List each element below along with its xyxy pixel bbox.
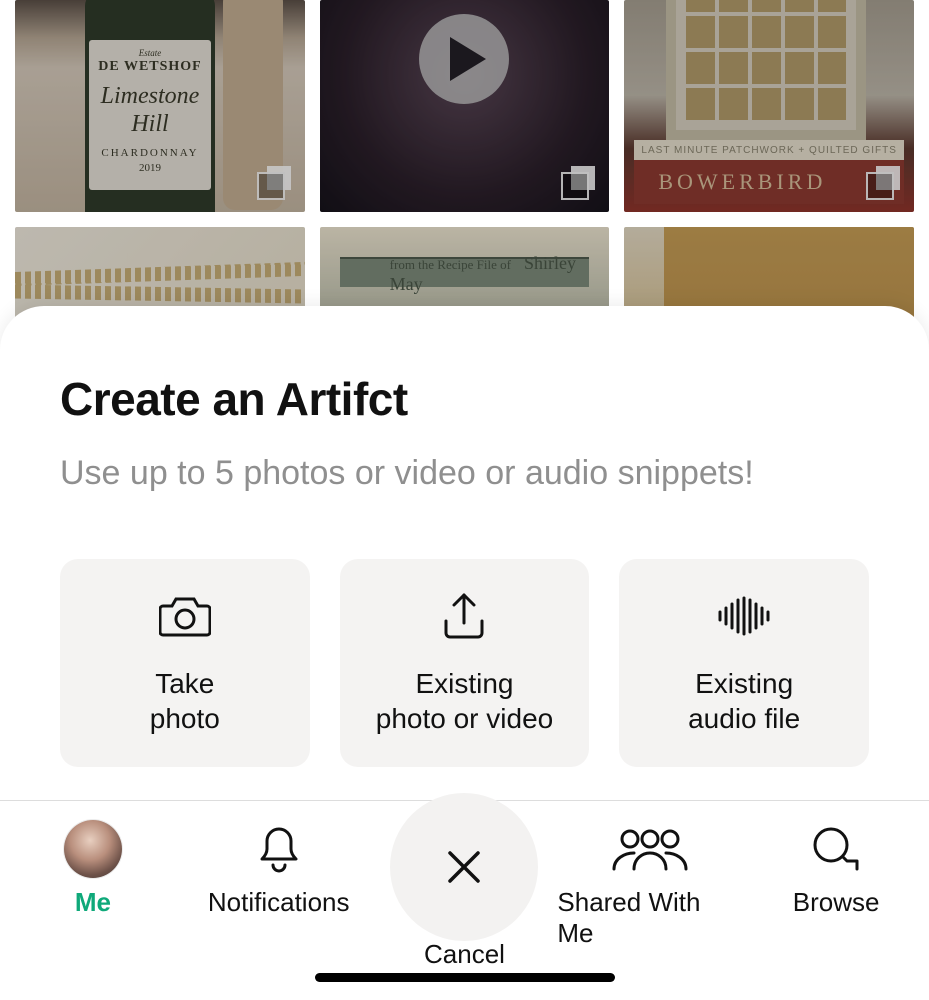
audio-wave-icon	[716, 590, 772, 642]
tab-label: Cancel	[424, 939, 505, 970]
cancel-circle	[390, 793, 538, 941]
stack-icon	[563, 166, 595, 198]
tile-text: LAST MINUTE PATCHWORK + QUILTED GIFTS	[634, 140, 904, 160]
existing-photo-video-button[interactable]: Existing photo or video	[340, 559, 590, 767]
tile-text: BOWERBIRD	[634, 160, 904, 204]
tile-text: DE WETSHOF	[95, 59, 205, 76]
home-indicator	[315, 973, 615, 982]
bottom-tab-bar: Me Notifications Cancel	[0, 800, 929, 1000]
tab-label: Me	[75, 887, 111, 918]
upload-icon	[440, 590, 488, 642]
tab-notifications[interactable]: Notifications	[186, 825, 372, 918]
take-photo-button[interactable]: Take photo	[60, 559, 310, 767]
tab-label: Browse	[793, 887, 880, 918]
media-tile[interactable]: Estate DE WETSHOF Limestone Hill CHARDON…	[15, 0, 305, 212]
sheet-subtitle: Use up to 5 photos or video or audio sni…	[60, 454, 869, 493]
tile-text: 2019	[95, 162, 205, 175]
tab-browse[interactable]: Browse	[743, 825, 929, 918]
sheet-title: Create an Artifct	[60, 372, 869, 426]
tile-text: CHARDONNAY	[95, 147, 205, 160]
play-icon[interactable]	[419, 14, 509, 104]
create-option-row: Take photo Existing photo or video	[60, 559, 869, 767]
bell-icon	[258, 825, 300, 873]
tile-text: Limestone Hill	[95, 82, 205, 140]
tab-shared-with-me[interactable]: Shared With Me	[557, 825, 743, 949]
existing-audio-button[interactable]: Existing audio file	[619, 559, 869, 767]
tab-me[interactable]: Me	[0, 825, 186, 918]
camera-icon	[159, 590, 211, 642]
stack-icon	[868, 166, 900, 198]
option-label: Take photo	[150, 666, 220, 736]
avatar	[64, 820, 122, 878]
tab-label: Notifications	[208, 887, 350, 918]
media-tile[interactable]: LAST MINUTE PATCHWORK + QUILTED GIFTS BO…	[624, 0, 914, 212]
option-label: Existing photo or video	[376, 666, 553, 736]
stack-icon	[259, 166, 291, 198]
close-icon	[444, 847, 484, 887]
search-icon	[811, 825, 861, 873]
option-label: Existing audio file	[688, 666, 800, 736]
media-tile[interactable]	[320, 0, 610, 212]
tab-label: Shared With Me	[557, 887, 743, 949]
create-artifct-sheet: Create an Artifct Use up to 5 photos or …	[0, 306, 929, 1000]
people-icon	[608, 825, 692, 873]
tab-cancel[interactable]: Cancel	[372, 825, 558, 970]
